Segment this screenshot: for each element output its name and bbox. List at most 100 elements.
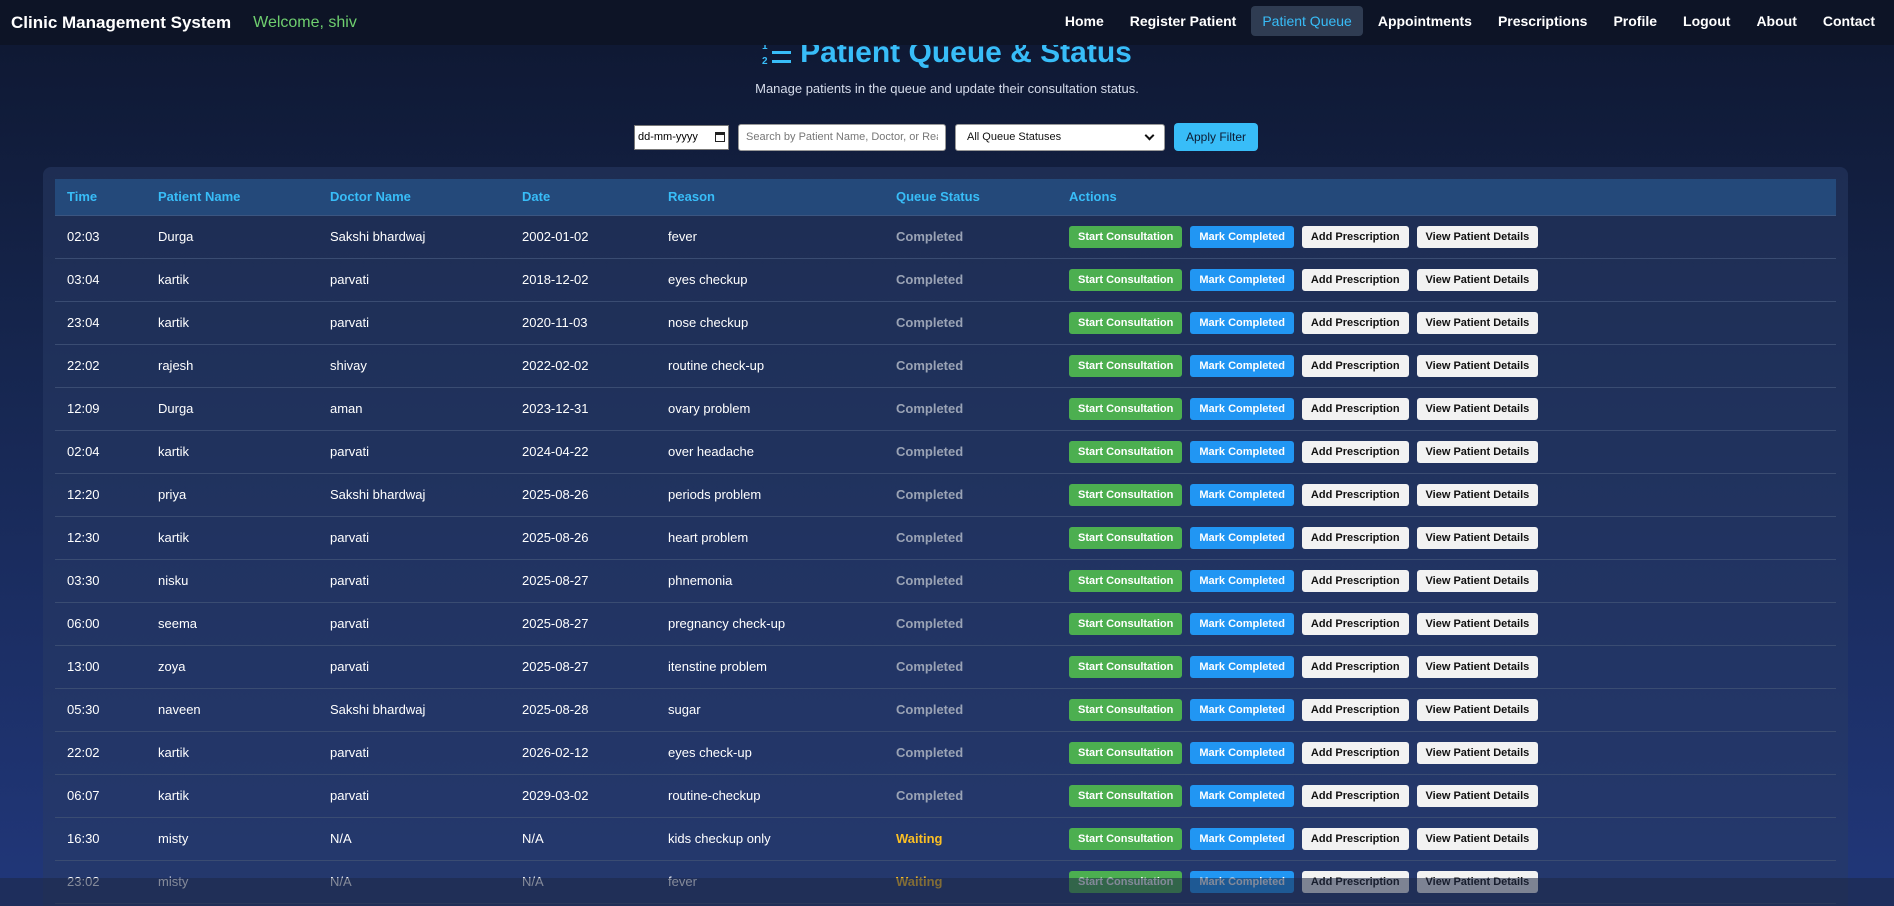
view-patient-details-button[interactable]: View Patient Details (1416, 483, 1539, 506)
start-consultation-button[interactable]: Start Consultation (1069, 612, 1183, 635)
cell-doctor-name: parvati (330, 573, 370, 588)
cell-date: 2025-08-27 (522, 659, 589, 674)
add-prescription-button[interactable]: Add Prescription (1301, 784, 1409, 807)
search-input[interactable] (738, 123, 946, 151)
cell-actions: Start Consultation Mark Completed Add Pr… (1057, 387, 1836, 430)
view-patient-details-button[interactable]: View Patient Details (1416, 827, 1539, 850)
nav-register-patient[interactable]: Register Patient (1119, 6, 1248, 36)
add-prescription-button[interactable]: Add Prescription (1301, 483, 1409, 506)
mark-completed-button[interactable]: Mark Completed (1190, 397, 1294, 420)
view-patient-details-button[interactable]: View Patient Details (1416, 268, 1539, 291)
row-actions: Start Consultation Mark Completed Add Pr… (1069, 311, 1836, 334)
cell-queue-status: Completed (896, 272, 964, 287)
col-header-date: Date (510, 179, 656, 216)
add-prescription-button[interactable]: Add Prescription (1301, 225, 1409, 248)
start-consultation-button[interactable]: Start Consultation (1069, 311, 1183, 334)
nav-links: Home Register Patient Patient Queue Appo… (1054, 6, 1886, 36)
add-prescription-button[interactable]: Add Prescription (1301, 440, 1409, 463)
nav-home[interactable]: Home (1054, 6, 1115, 36)
mark-completed-button[interactable]: Mark Completed (1190, 784, 1294, 807)
apply-filter-button[interactable]: Apply Filter (1174, 123, 1259, 151)
mark-completed-button[interactable]: Mark Completed (1190, 440, 1294, 463)
add-prescription-button[interactable]: Add Prescription (1301, 698, 1409, 721)
date-filter-input[interactable]: dd-mm-yyyy (634, 124, 729, 150)
table-row: 02:04 kartik parvati 2024-04-22 over hea… (55, 430, 1836, 473)
view-patient-details-button[interactable]: View Patient Details (1416, 526, 1539, 549)
mark-completed-button[interactable]: Mark Completed (1190, 612, 1294, 635)
cell-patient-name: kartik (158, 530, 190, 545)
start-consultation-button[interactable]: Start Consultation (1069, 526, 1183, 549)
view-patient-details-button[interactable]: View Patient Details (1416, 741, 1539, 764)
add-prescription-button[interactable]: Add Prescription (1301, 569, 1409, 592)
view-patient-details-button[interactable]: View Patient Details (1416, 612, 1539, 635)
start-consultation-button[interactable]: Start Consultation (1069, 569, 1183, 592)
mark-completed-button[interactable]: Mark Completed (1190, 225, 1294, 248)
mark-completed-button[interactable]: Mark Completed (1190, 526, 1294, 549)
cell-actions: Start Consultation Mark Completed Add Pr… (1057, 559, 1836, 602)
add-prescription-button[interactable]: Add Prescription (1301, 827, 1409, 850)
start-consultation-button[interactable]: Start Consultation (1069, 483, 1183, 506)
nav-patient-queue[interactable]: Patient Queue (1251, 6, 1363, 36)
table-row: 05:30 naveen Sakshi bhardwaj 2025-08-28 … (55, 688, 1836, 731)
start-consultation-button[interactable]: Start Consultation (1069, 397, 1183, 420)
queue-status-select[interactable]: All Queue Statuses (955, 123, 1165, 151)
app-brand[interactable]: Clinic Management System (11, 13, 231, 33)
table-row: 13:00 zoya parvati 2025-08-27 itenstine … (55, 645, 1836, 688)
view-patient-details-button[interactable]: View Patient Details (1416, 569, 1539, 592)
table-row: 12:30 kartik parvati 2025-08-26 heart pr… (55, 516, 1836, 559)
mark-completed-button[interactable]: Mark Completed (1190, 655, 1294, 678)
nav-appointments[interactable]: Appointments (1367, 6, 1483, 36)
table-row: 06:07 kartik parvati 2029-03-02 routine-… (55, 774, 1836, 817)
cell-reason: ovary problem (668, 401, 751, 416)
mark-completed-button[interactable]: Mark Completed (1190, 569, 1294, 592)
add-prescription-button[interactable]: Add Prescription (1301, 397, 1409, 420)
view-patient-details-button[interactable]: View Patient Details (1416, 225, 1539, 248)
mark-completed-button[interactable]: Mark Completed (1190, 483, 1294, 506)
start-consultation-button[interactable]: Start Consultation (1069, 354, 1183, 377)
view-patient-details-button[interactable]: View Patient Details (1416, 354, 1539, 377)
nav-profile[interactable]: Profile (1602, 6, 1668, 36)
add-prescription-button[interactable]: Add Prescription (1301, 526, 1409, 549)
view-patient-details-button[interactable]: View Patient Details (1416, 311, 1539, 334)
view-patient-details-button[interactable]: View Patient Details (1416, 440, 1539, 463)
mark-completed-button[interactable]: Mark Completed (1190, 741, 1294, 764)
cell-time: 23:04 (67, 315, 100, 330)
cell-queue-status: Completed (896, 315, 964, 330)
start-consultation-button[interactable]: Start Consultation (1069, 784, 1183, 807)
mark-completed-button[interactable]: Mark Completed (1190, 311, 1294, 334)
view-patient-details-button[interactable]: View Patient Details (1416, 698, 1539, 721)
add-prescription-button[interactable]: Add Prescription (1301, 268, 1409, 291)
cell-queue-status: Completed (896, 616, 964, 631)
cell-patient-name: kartik (158, 444, 190, 459)
welcome-text: Welcome, shiv (253, 13, 357, 31)
mark-completed-button[interactable]: Mark Completed (1190, 268, 1294, 291)
start-consultation-button[interactable]: Start Consultation (1069, 268, 1183, 291)
cell-actions: Start Consultation Mark Completed Add Pr… (1057, 602, 1836, 645)
calendar-icon[interactable] (715, 132, 725, 142)
nav-logout[interactable]: Logout (1672, 6, 1741, 36)
mark-completed-button[interactable]: Mark Completed (1190, 827, 1294, 850)
start-consultation-button[interactable]: Start Consultation (1069, 827, 1183, 850)
col-header-doctor: Doctor Name (318, 179, 510, 216)
mark-completed-button[interactable]: Mark Completed (1190, 354, 1294, 377)
cell-reason: sugar (668, 702, 701, 717)
nav-about[interactable]: About (1745, 6, 1807, 36)
cell-patient-name: kartik (158, 272, 190, 287)
mark-completed-button[interactable]: Mark Completed (1190, 698, 1294, 721)
view-patient-details-button[interactable]: View Patient Details (1416, 784, 1539, 807)
add-prescription-button[interactable]: Add Prescription (1301, 354, 1409, 377)
add-prescription-button[interactable]: Add Prescription (1301, 612, 1409, 635)
start-consultation-button[interactable]: Start Consultation (1069, 655, 1183, 678)
view-patient-details-button[interactable]: View Patient Details (1416, 655, 1539, 678)
start-consultation-button[interactable]: Start Consultation (1069, 225, 1183, 248)
start-consultation-button[interactable]: Start Consultation (1069, 440, 1183, 463)
add-prescription-button[interactable]: Add Prescription (1301, 741, 1409, 764)
nav-contact[interactable]: Contact (1812, 6, 1886, 36)
start-consultation-button[interactable]: Start Consultation (1069, 741, 1183, 764)
view-patient-details-button[interactable]: View Patient Details (1416, 397, 1539, 420)
add-prescription-button[interactable]: Add Prescription (1301, 655, 1409, 678)
start-consultation-button[interactable]: Start Consultation (1069, 698, 1183, 721)
nav-prescriptions[interactable]: Prescriptions (1487, 6, 1598, 36)
cell-date: 2002-01-02 (522, 229, 589, 244)
add-prescription-button[interactable]: Add Prescription (1301, 311, 1409, 334)
